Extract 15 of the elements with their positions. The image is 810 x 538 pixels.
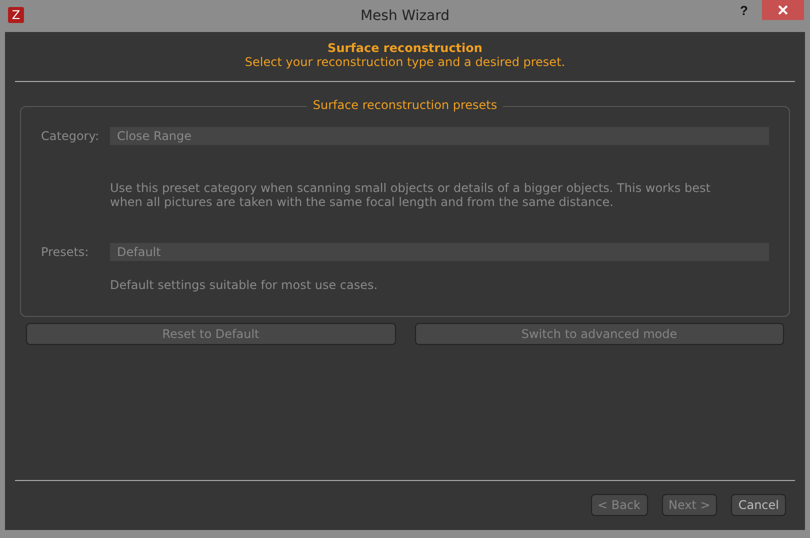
app-icon: Z — [8, 7, 24, 23]
section-subtitle: Select your reconstruction type and a desired preset. — [244, 55, 566, 69]
category-dropdown[interactable]: Close Range — [110, 127, 769, 145]
field-label: Presets: — [41, 245, 90, 259]
group-title: Surface reconstruction presets — [306, 98, 504, 112]
close-icon — [778, 5, 788, 15]
field-label: Category: — [41, 129, 100, 143]
section-title: Surface reconstruction — [328, 41, 482, 55]
preset-description: Default settings suitable for most use cases. — [110, 278, 379, 292]
presets-dropdown[interactable]: Default — [110, 243, 769, 261]
close-button[interactable] — [762, 0, 804, 20]
wizard-button[interactable]: Cancel — [731, 494, 786, 516]
help-button[interactable]: ? — [736, 3, 752, 18]
category-description: Use this preset category when scanning small objects or details of a bigger objects. This works best when all pictures are taken with the same focal length and from the same distance. — [110, 181, 712, 209]
window-title: Mesh Wizard — [360, 7, 450, 24]
